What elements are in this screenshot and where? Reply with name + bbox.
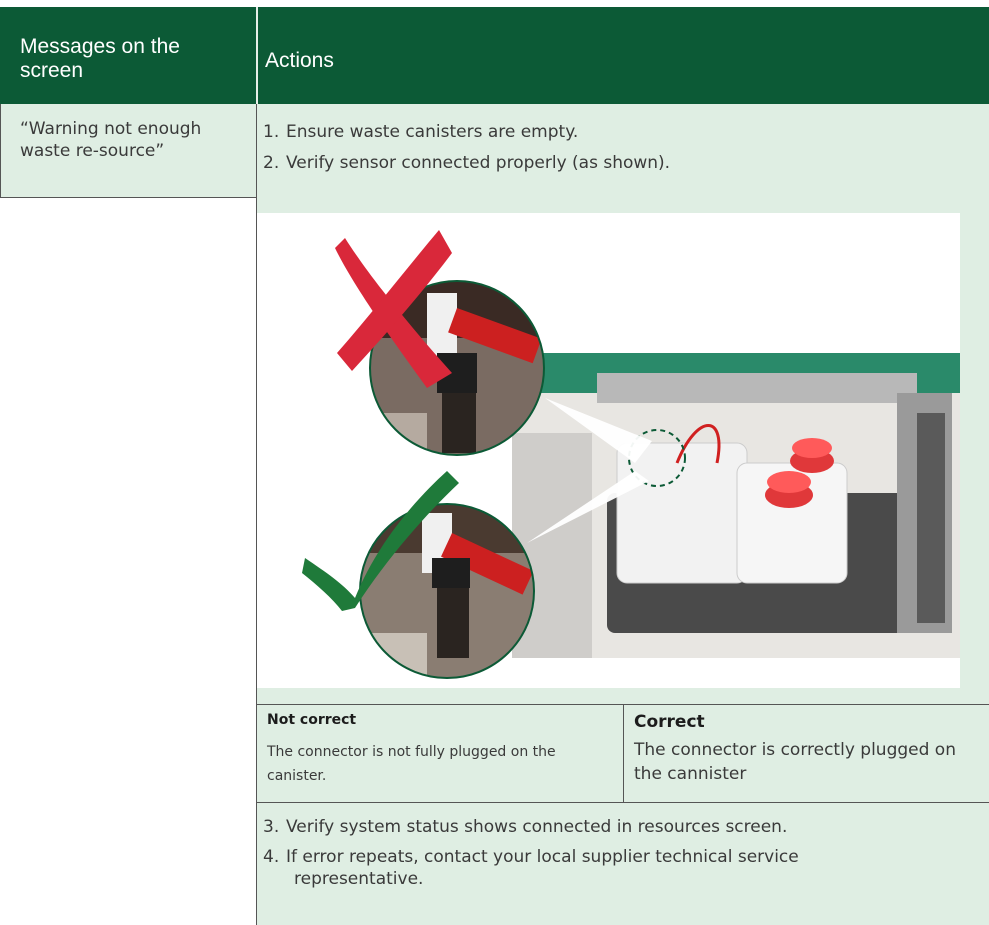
- sensor-connection-photo: [257, 213, 960, 688]
- actions-steps-top: 1. Ensure waste canisters are empty. 2. Ve…: [263, 121, 983, 183]
- header-actions: Actions: [265, 49, 334, 72]
- table-body: “Warning not enough waste re-source” 1. E…: [0, 104, 989, 925]
- comparison-divider: [623, 704, 624, 803]
- machine-photo: [512, 353, 960, 658]
- not-correct-text: The connector is not fully plugged on th…: [267, 744, 556, 784]
- correct-cell: Correct The connector is correctly plugg…: [634, 712, 984, 786]
- header-messages: Messages on the screen: [20, 35, 180, 82]
- correct-connection-detail: [359, 503, 535, 679]
- step-number: 2.: [263, 153, 280, 173]
- screen-message: “Warning not enough waste re-source”: [20, 119, 202, 161]
- left-border: [0, 104, 1, 197]
- step-4: 4. If error repeats, contact your local s…: [263, 846, 983, 890]
- step-number: 4.: [263, 847, 280, 867]
- step-text: Verify sensor connected properly (as sho…: [286, 153, 671, 173]
- comparison-bottom-border: [257, 802, 989, 803]
- actions-steps-bottom: 3. Verify system status shows connected i…: [263, 816, 983, 898]
- step-1: 1. Ensure waste canisters are empty.: [263, 121, 983, 143]
- correct-title: Correct: [634, 712, 705, 732]
- header-divider: [256, 7, 258, 104]
- not-correct-cell: Not correct The connector is not fully p…: [267, 712, 617, 788]
- step-number: 1.: [263, 122, 280, 142]
- step-number: 3.: [263, 817, 280, 837]
- troubleshooting-table: Messages on the screen Actions “Warning …: [0, 7, 989, 925]
- row-divider: [0, 197, 256, 198]
- step-text-continued: representative.: [294, 869, 424, 889]
- step-3: 3. Verify system status shows connected i…: [263, 816, 983, 838]
- step-text: Verify system status shows connected in …: [286, 817, 788, 837]
- not-correct-title: Not correct: [267, 712, 357, 728]
- photo-illustration: [302, 230, 960, 679]
- comparison-table: Not correct The connector is not fully p…: [257, 704, 989, 803]
- step-text: If error repeats, contact your local sup…: [286, 847, 799, 867]
- step-2: 2. Verify sensor connected properly (as s…: [263, 152, 983, 174]
- step-text: Ensure waste canisters are empty.: [286, 122, 579, 142]
- correct-text: The connector is correctly plugged on th…: [634, 740, 956, 784]
- table-header: Messages on the screen Actions: [0, 7, 989, 104]
- left-column-blank: [0, 198, 256, 925]
